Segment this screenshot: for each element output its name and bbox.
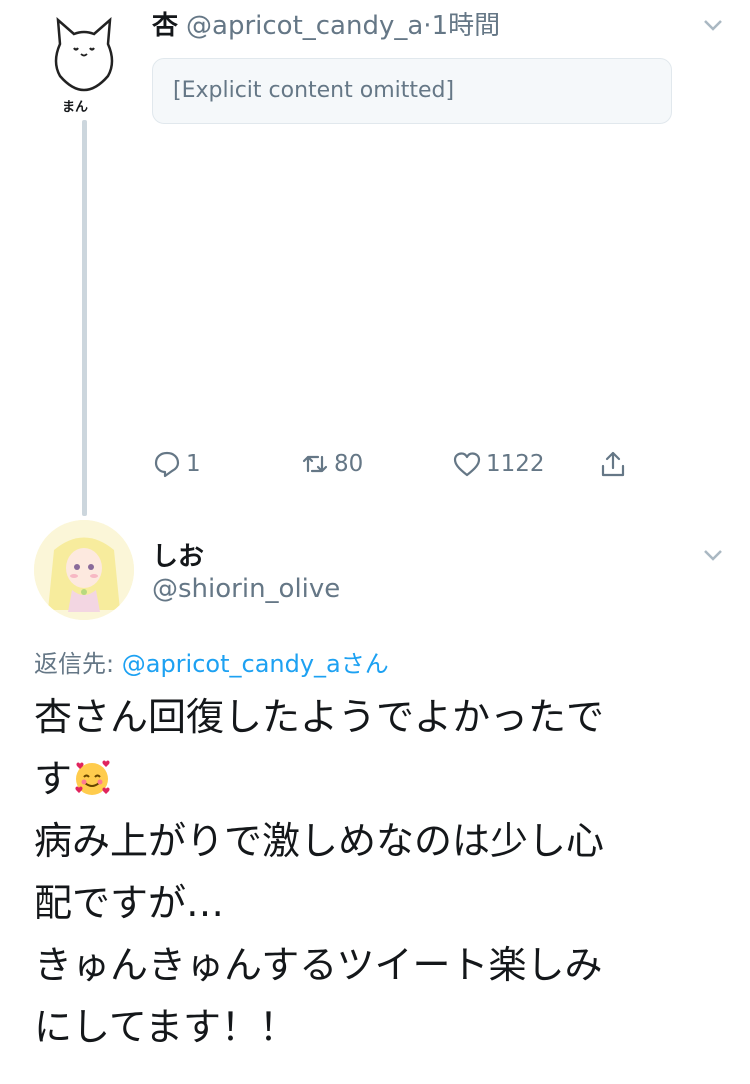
reply-icon [154, 451, 180, 478]
share-icon [601, 451, 625, 477]
replying-to: 返信先: @apricot_candy_aさん [34, 644, 389, 679]
like-count: 1122 [486, 451, 545, 477]
like-icon [453, 452, 481, 477]
smiling-face-with-hearts-icon [75, 760, 110, 795]
tweet-line: 配ですが… [34, 881, 225, 925]
avatar[interactable] [34, 520, 134, 620]
share-button[interactable] [598, 446, 632, 482]
retweet-count: 80 [334, 451, 364, 477]
reply-to-mention[interactable]: @apricot_candy_a [122, 650, 341, 678]
cat-avatar[interactable] [50, 14, 118, 92]
reply-to-suffix: さん [340, 650, 389, 678]
tweet[interactable]: 杏 @apricot_candy_a·1時間 [Explicit content … [152, 8, 722, 124]
avatar-caption: まん [62, 100, 89, 115]
display-name[interactable]: 杏 [152, 11, 178, 41]
reply-count: 1 [186, 451, 201, 477]
tweet-line-with-emoji: す [34, 748, 714, 810]
display-name[interactable]: しお [152, 536, 204, 573]
retweet-button[interactable]: 80 [300, 446, 363, 482]
anime-avatar-image [34, 520, 134, 620]
like-button[interactable]: 1122 [452, 446, 545, 482]
action-bar: 1 80 1122 [152, 446, 652, 482]
tweet-header: 杏 @apricot_candy_a·1時間 [152, 8, 722, 44]
handle[interactable]: @shiorin_olive [152, 574, 340, 604]
tweet-line: 杏さん回復したようでよかったで [34, 695, 605, 739]
reply-prefix: 返信先: [34, 650, 115, 678]
tweet-body-notice: [Explicit content omitted] [152, 58, 672, 124]
thread-line [82, 120, 87, 516]
handle[interactable]: @apricot_candy_a [186, 11, 423, 41]
tweet-line: にしてます！！ [34, 1005, 297, 1049]
tweet-line: す [34, 757, 73, 801]
tweet-line: 病み上がりで激しめなのは少し心 [34, 819, 605, 863]
timestamp[interactable]: 1時間 [432, 11, 501, 41]
retweet-icon [302, 455, 328, 473]
chevron-down-icon[interactable] [702, 544, 724, 566]
reply-button[interactable]: 1 [152, 446, 201, 482]
separator: · [423, 11, 432, 41]
tweet-body: 杏さん回復したようでよかったで す 病み上がりで激しめなのは少し心 配ですが… … [34, 686, 714, 1058]
tweet-line: きゅんきゅんするツイート楽しみ [34, 943, 603, 987]
